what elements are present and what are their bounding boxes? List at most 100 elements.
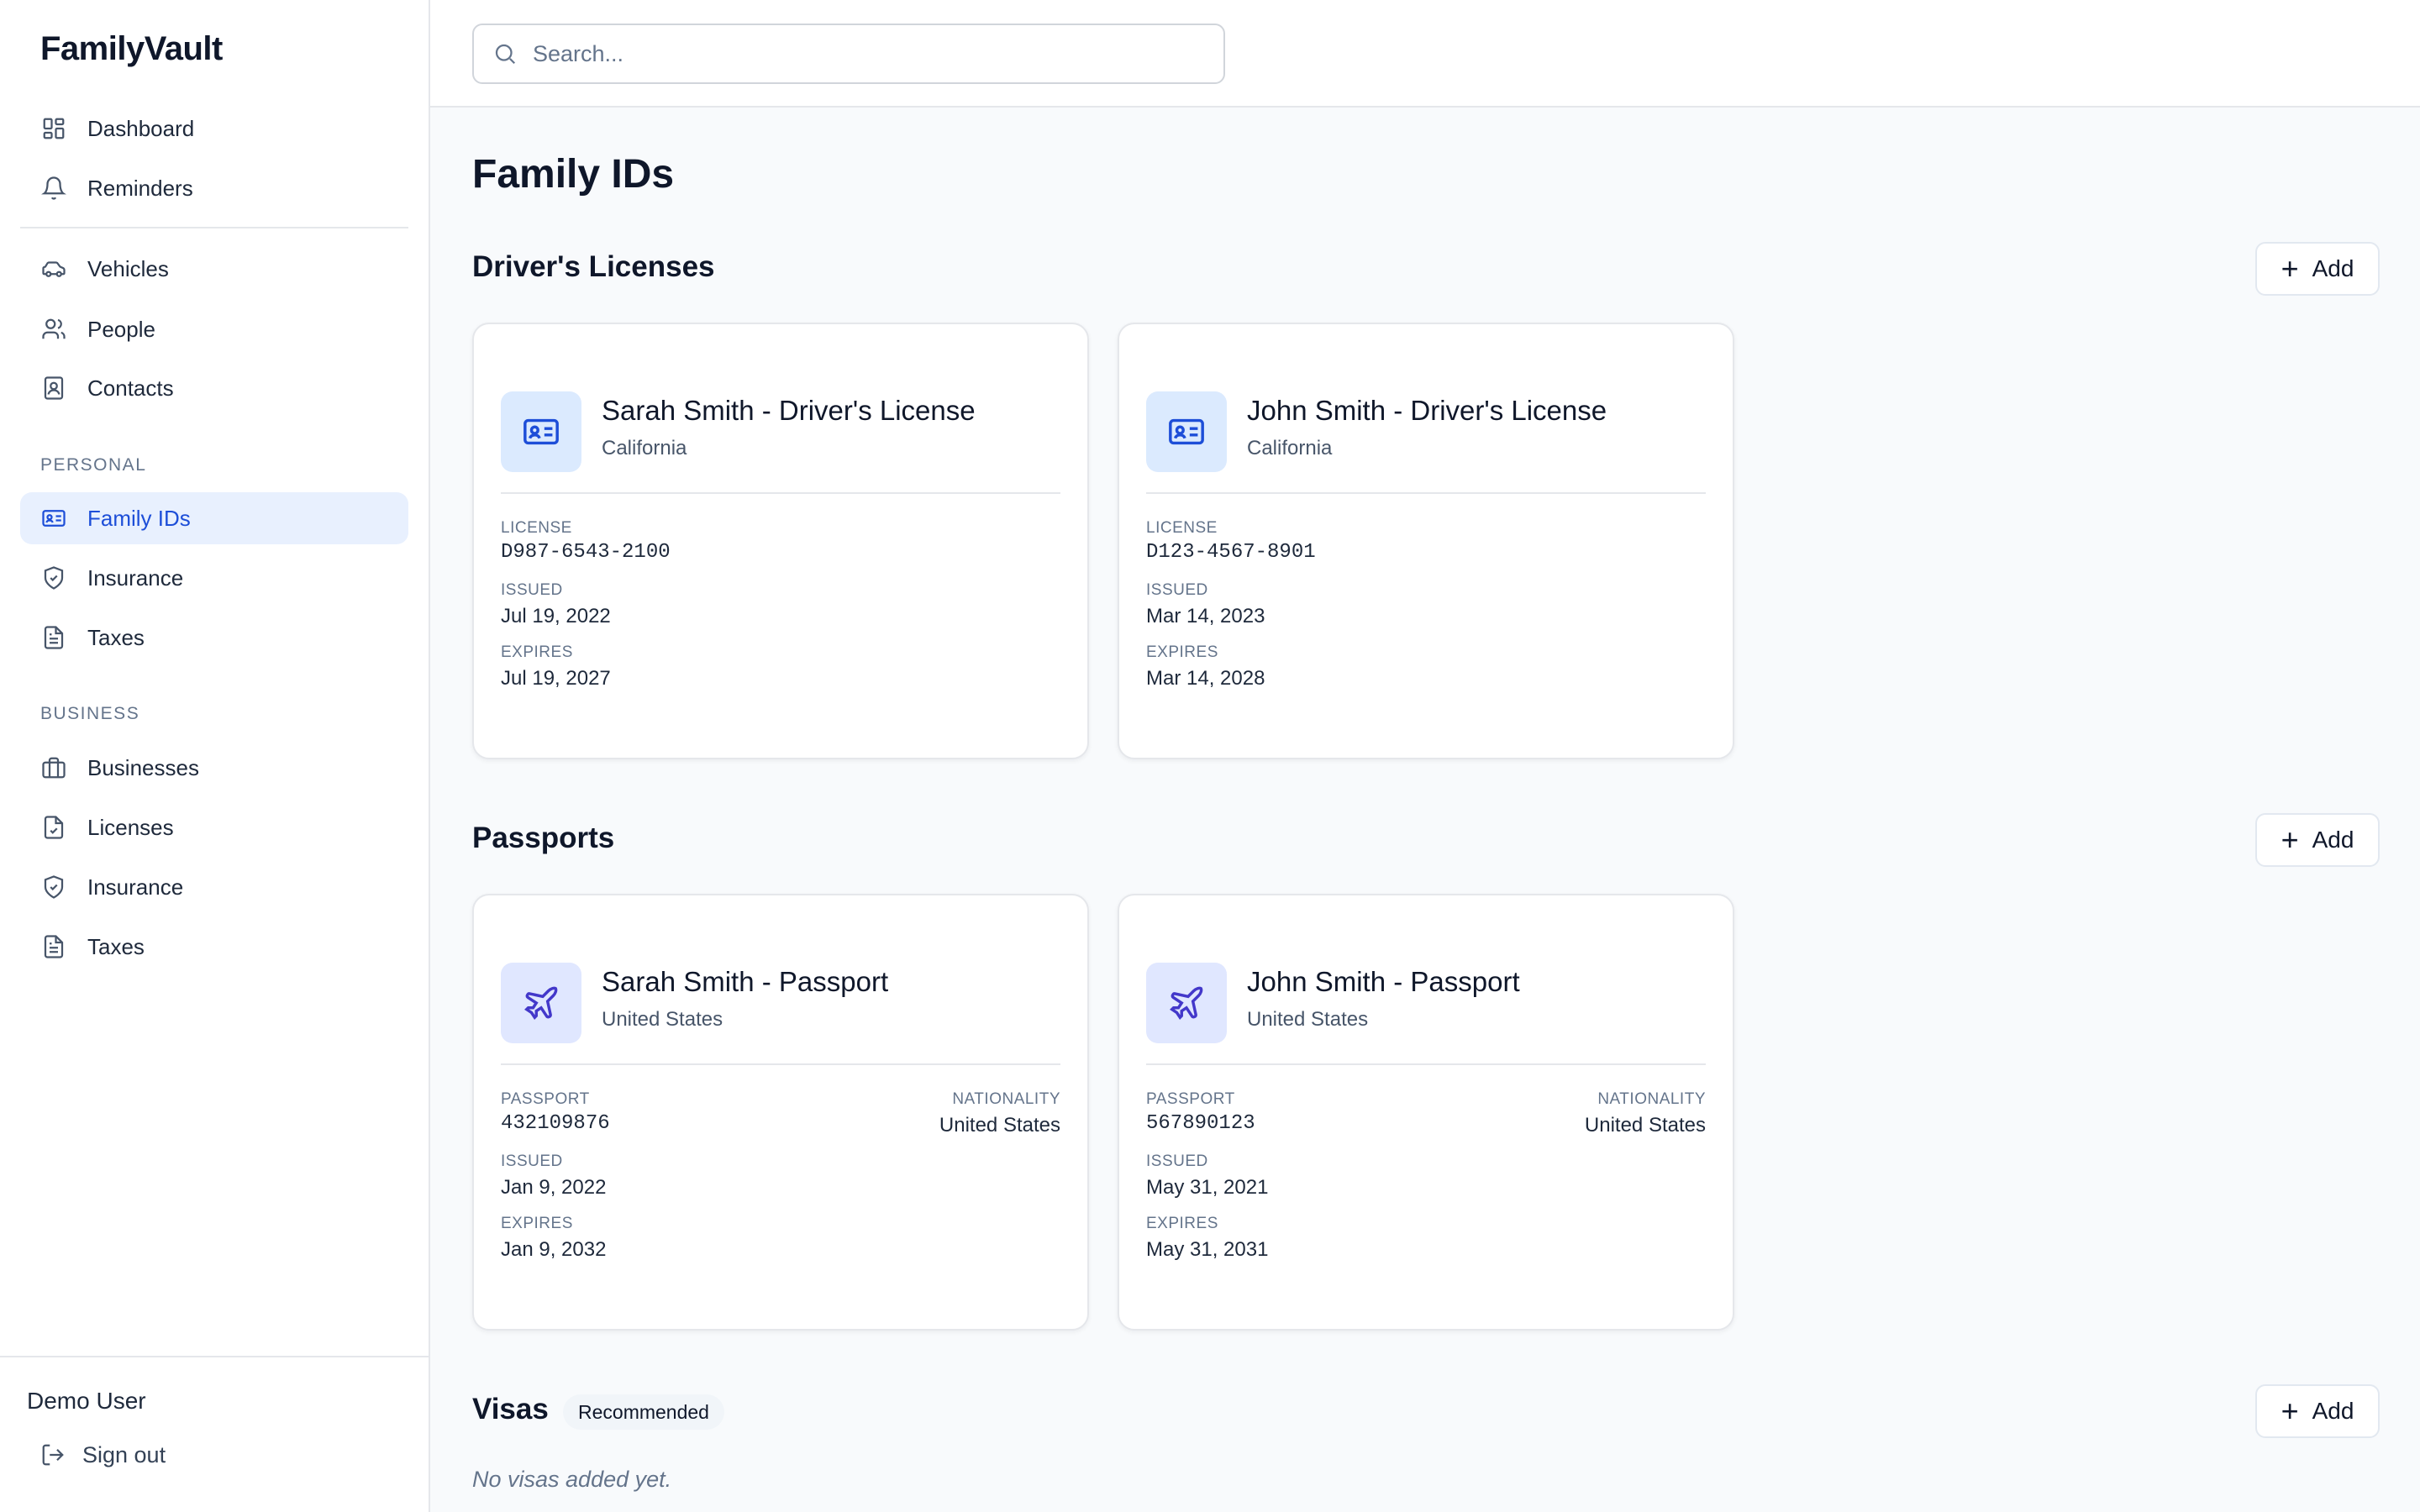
shield-icon: [40, 874, 67, 900]
id-card[interactable]: John Smith - Driver's License California…: [1118, 323, 1734, 759]
field-label: LICENSE: [1146, 519, 1218, 537]
license-number: D123-4567-8901: [1146, 541, 1316, 564]
sidebar-item-businesses[interactable]: Businesses: [20, 742, 408, 794]
field-label: ISSUED: [1146, 1152, 1208, 1170]
card-divider: [1146, 492, 1706, 494]
nationality-value: United States: [939, 1114, 1060, 1137]
sidebar-item-taxes[interactable]: Taxes: [20, 612, 408, 664]
card-subtitle: United States: [1247, 1008, 1369, 1031]
issued-date: May 31, 2021: [1146, 1176, 1269, 1199]
card-title: Sarah Smith - Passport: [602, 966, 889, 997]
field-label: NATIONALITY: [1597, 1090, 1706, 1108]
field-label: PASSPORT: [501, 1090, 590, 1108]
search-icon: [492, 40, 519, 67]
sidebar-item-family-ids[interactable]: Family IDs: [20, 492, 408, 544]
card-title: John Smith - Driver's License: [1247, 395, 1607, 426]
field-label: ISSUED: [501, 581, 563, 599]
contact-book-icon: [40, 375, 67, 402]
sidebar-item-label: Family IDs: [87, 505, 191, 531]
section-title-drivers-licenses: Driver's Licenses: [472, 250, 715, 283]
issued-date: Mar 14, 2023: [1146, 605, 1265, 627]
card-divider: [1146, 1063, 1706, 1065]
field-label: NATIONALITY: [952, 1090, 1060, 1108]
section-title-passports: Passports: [472, 822, 615, 854]
card-title: Sarah Smith - Driver's License: [602, 395, 976, 426]
sidebar-footer: Demo User Sign out: [0, 1356, 429, 1512]
sidebar: FamilyVault Dashboard Reminders Vehicles…: [0, 0, 430, 1512]
field-label: ISSUED: [501, 1152, 563, 1170]
sidebar-item-dashboard[interactable]: Dashboard: [20, 102, 408, 155]
user-name: Demo User: [27, 1388, 146, 1414]
sidebar-item-label: Businesses: [87, 754, 199, 780]
car-icon: [40, 255, 67, 282]
passport-card[interactable]: John Smith - Passport United States PASS…: [1118, 894, 1734, 1331]
passport-card[interactable]: Sarah Smith - Passport United States PAS…: [472, 894, 1089, 1331]
add-label: Add: [2312, 1398, 2354, 1424]
sidebar-item-vehicles[interactable]: Vehicles: [20, 243, 408, 295]
add-label: Add: [2312, 255, 2354, 281]
add-visa-button[interactable]: + Add: [2255, 1384, 2380, 1438]
sidebar-item-label: Licenses: [87, 814, 174, 840]
issued-date: Jan 9, 2022: [501, 1176, 607, 1199]
add-drivers-license-button[interactable]: + Add: [2255, 242, 2380, 296]
sidebar-divider: [20, 227, 408, 228]
sidebar-item-business-insurance[interactable]: Insurance: [20, 861, 408, 913]
field-label: EXPIRES: [1146, 1215, 1218, 1232]
sidebar-item-label: Taxes: [87, 624, 145, 650]
nationality-value: United States: [1584, 1114, 1706, 1137]
card-title: John Smith - Passport: [1247, 966, 1520, 997]
sidebar-item-label: Insurance: [87, 874, 184, 900]
logout-icon: [40, 1441, 67, 1468]
field-label: EXPIRES: [501, 643, 573, 661]
users-icon: [40, 316, 67, 343]
sidebar-item-contacts[interactable]: Contacts: [20, 362, 408, 414]
field-label: ISSUED: [1146, 581, 1208, 599]
field-label: LICENSE: [501, 519, 572, 537]
search-box[interactable]: [472, 24, 1225, 84]
id-card[interactable]: Sarah Smith - Driver's License Californi…: [472, 323, 1089, 759]
sidebar-item-label: Dashboard: [87, 115, 195, 141]
field-label: PASSPORT: [1146, 1090, 1235, 1108]
field-label: EXPIRES: [1146, 643, 1218, 661]
add-passport-button[interactable]: + Add: [2255, 813, 2380, 867]
sign-out-button[interactable]: Sign out: [40, 1441, 166, 1468]
expiry-date: Jul 19, 2027: [501, 667, 611, 690]
license-number: D987-6543-2100: [501, 541, 671, 564]
passport-number: 432109876: [501, 1112, 610, 1135]
sidebar-item-label: People: [87, 316, 155, 342]
id-card-icon: [1146, 391, 1227, 472]
section-heading-personal: PERSONAL: [40, 455, 147, 475]
recommended-badge: Recommended: [563, 1394, 724, 1430]
sidebar-item-licenses[interactable]: Licenses: [20, 801, 408, 853]
sidebar-item-label: Contacts: [87, 375, 174, 401]
card-subtitle: California: [1247, 437, 1333, 459]
search-input[interactable]: [533, 40, 1205, 67]
plane-icon: [1146, 963, 1227, 1043]
field-label: EXPIRES: [501, 1215, 573, 1232]
dashboard-icon: [40, 115, 67, 142]
document-icon: [40, 624, 67, 651]
document-icon: [40, 933, 67, 960]
section-title-visas: Visas: [472, 1393, 549, 1425]
plus-icon: +: [2281, 1394, 2299, 1428]
brand-logo[interactable]: FamilyVault: [40, 30, 223, 68]
card-subtitle: California: [602, 437, 687, 459]
sign-out-label: Sign out: [82, 1441, 166, 1467]
sidebar-item-people[interactable]: People: [20, 303, 408, 355]
expiry-date: Jan 9, 2032: [501, 1238, 607, 1261]
briefcase-icon: [40, 754, 67, 781]
bell-icon: [40, 175, 67, 202]
card-divider: [501, 492, 1060, 494]
id-card-icon: [40, 505, 67, 532]
sidebar-item-reminders[interactable]: Reminders: [20, 162, 408, 214]
plane-icon: [501, 963, 581, 1043]
shield-icon: [40, 564, 67, 591]
sidebar-item-business-taxes[interactable]: Taxes: [20, 921, 408, 973]
sidebar-item-label: Taxes: [87, 933, 145, 959]
sidebar-item-insurance[interactable]: Insurance: [20, 552, 408, 604]
page-title: Family IDs: [472, 152, 675, 197]
plus-icon: +: [2281, 822, 2299, 857]
empty-state-text: No visas added yet.: [472, 1467, 672, 1492]
id-card-icon: [501, 391, 581, 472]
sidebar-item-label: Reminders: [87, 175, 193, 201]
